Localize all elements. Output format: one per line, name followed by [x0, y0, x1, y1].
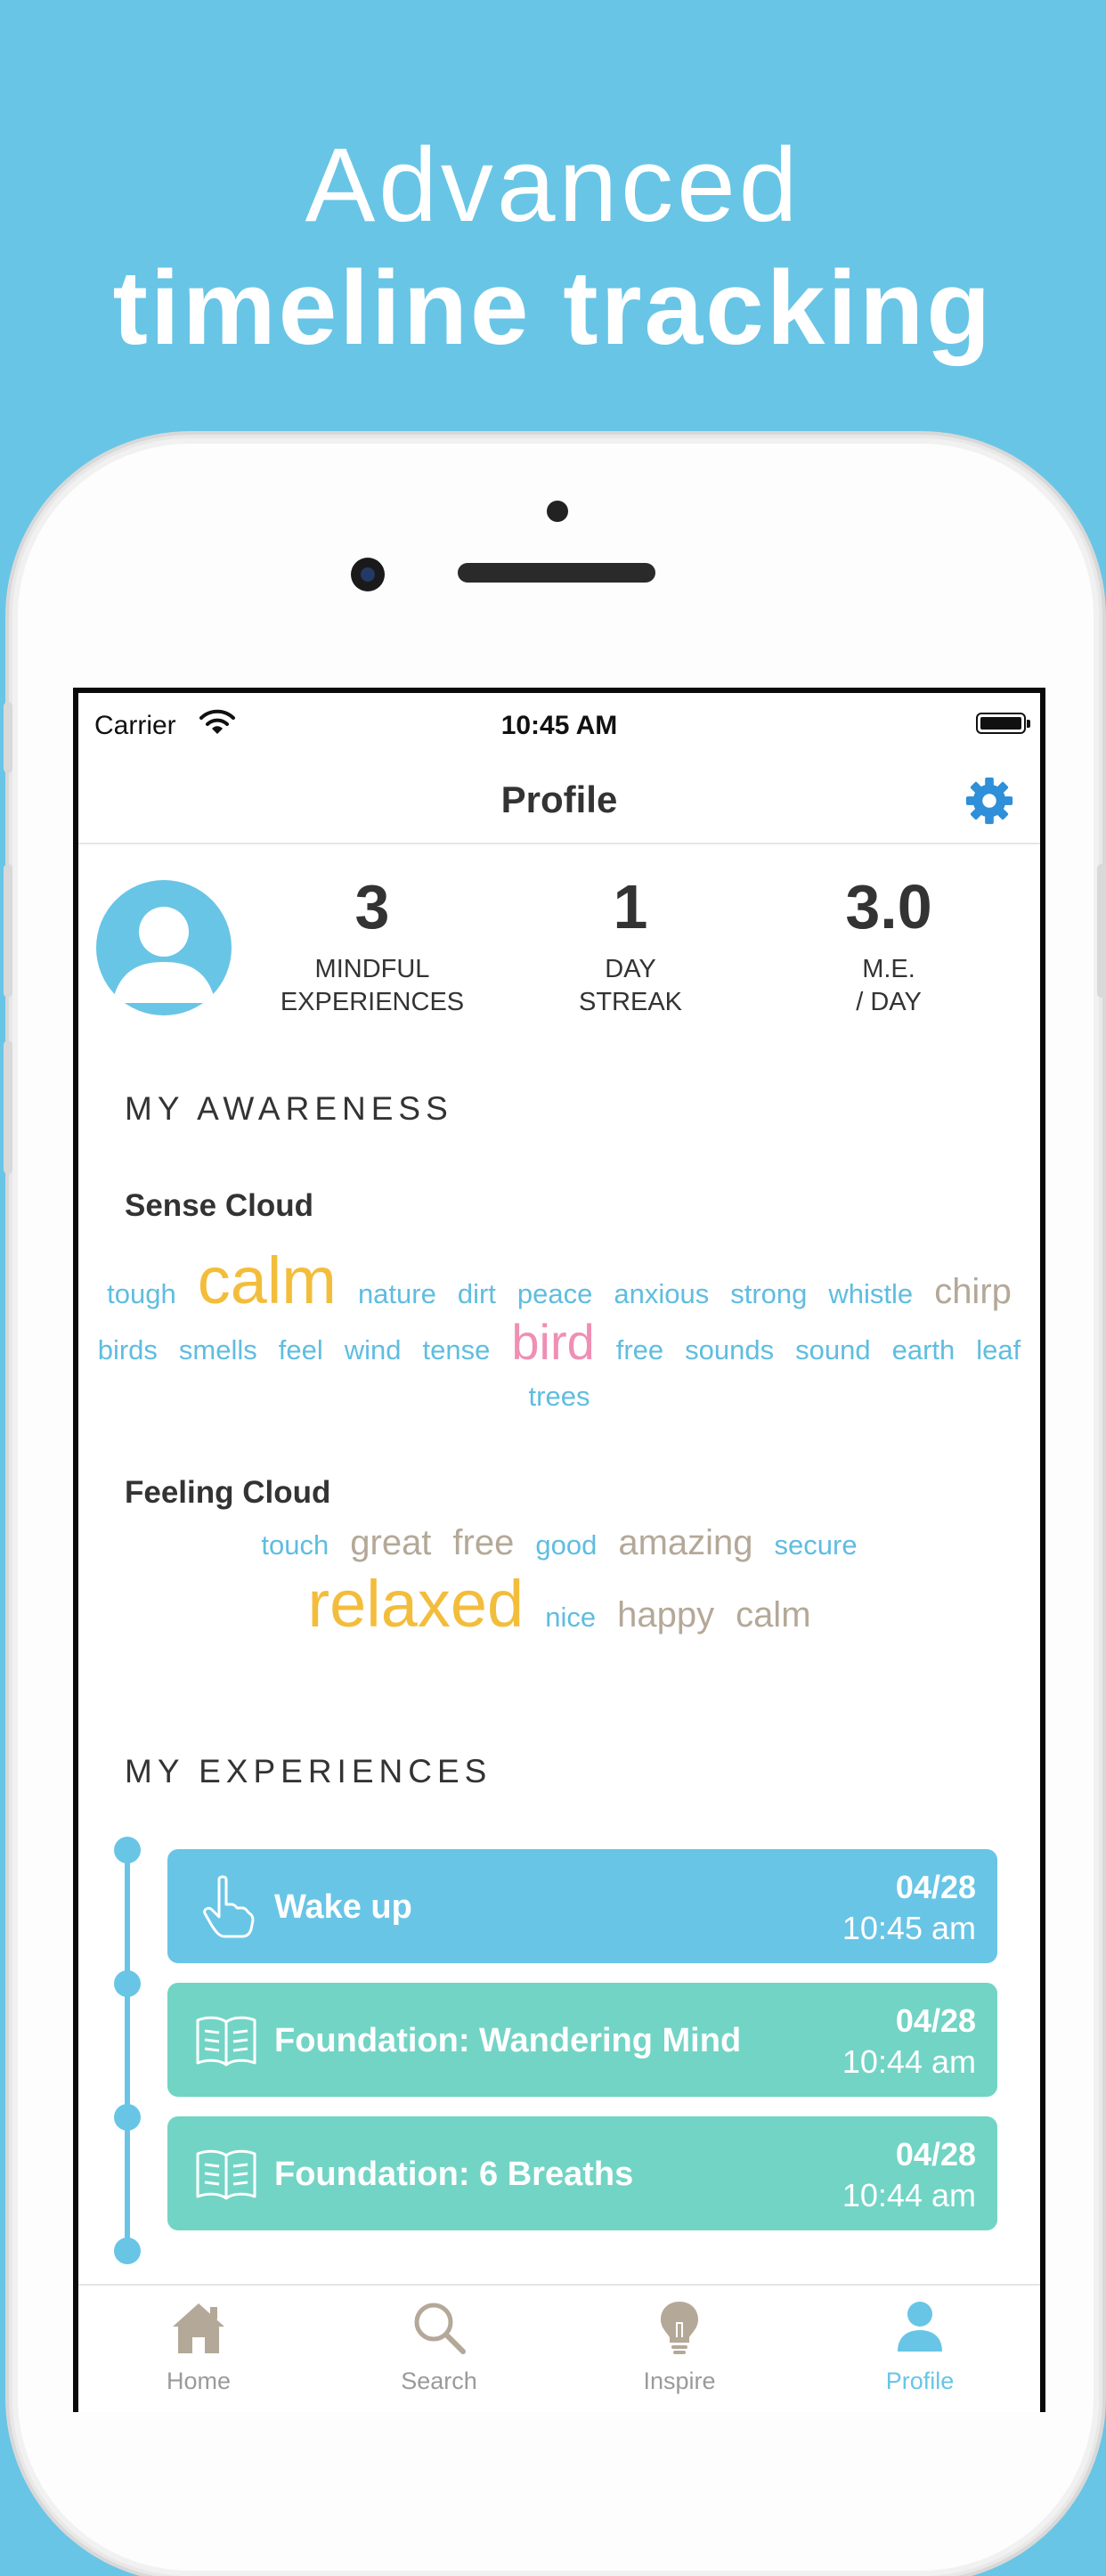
search-icon: [414, 2303, 466, 2354]
stat-value: 1: [613, 872, 648, 942]
experience-title: Wake up: [274, 1888, 412, 1926]
phone-side-button: [1097, 864, 1106, 998]
stat-day-streak: 1 DAY STREAK: [541, 869, 720, 1019]
cloud-word: amazing: [618, 1523, 753, 1562]
cloud-word: chirp: [934, 1272, 1012, 1311]
cloud-word: bird: [511, 1314, 595, 1370]
phone-speaker: [458, 563, 655, 583]
feeling-cloud-title: Feeling Cloud: [125, 1475, 331, 1510]
feeling-cloud: touch great free good amazing secure relaxed ni…: [176, 1520, 942, 1641]
stat-label: M.E. / DAY: [856, 955, 922, 1016]
user-silhouette-icon: [112, 907, 216, 1003]
phone-camera: [351, 558, 385, 591]
experience-date: 04/28: [895, 2136, 976, 2172]
hand-pointer-icon: [203, 1875, 255, 1938]
phone-sensor: [547, 501, 568, 522]
cloud-word: sound: [795, 1334, 871, 1365]
experience-date: 04/28: [895, 1869, 976, 1905]
experience-card[interactable]: Foundation: Wandering Mind 04/28 10:44 a…: [167, 1983, 997, 2097]
stat-mindful-experiences: 3 MINDFUL EXPERIENCES: [256, 869, 488, 1019]
cloud-word: leaf: [976, 1334, 1021, 1365]
page-title: Profile: [500, 779, 618, 820]
cloud-word: relaxed: [307, 1567, 525, 1641]
experience-time: 10:44 am: [842, 2177, 976, 2213]
tab-label: Inspire: [643, 2368, 716, 2394]
tab-profile[interactable]: Profile: [800, 2286, 1040, 2412]
sense-cloud-title: Sense Cloud: [125, 1188, 313, 1223]
status-time: 10:45 AM: [500, 711, 618, 740]
timeline-dot: [114, 2238, 141, 2264]
promo-subheadline: timeline tracking: [112, 249, 994, 367]
cloud-word: nature: [357, 1278, 436, 1309]
tab-bar: Home Search Inspire Profile: [78, 2284, 1040, 2412]
tab-home[interactable]: Home: [78, 2286, 319, 2412]
cloud-word: happy: [617, 1595, 715, 1634]
timeline-dot: [114, 2104, 141, 2131]
cloud-word: sounds: [685, 1334, 775, 1365]
tab-label: Home: [166, 2368, 232, 2394]
cloud-word: birds: [97, 1334, 158, 1365]
cloud-word: trees: [528, 1381, 590, 1412]
cloud-word: whistle: [828, 1278, 914, 1309]
cloud-word: secure: [774, 1529, 858, 1561]
experience-title: Foundation: 6 Breaths: [274, 2156, 634, 2193]
status-bar: Carrier 10:45 AM: [78, 693, 1040, 755]
cloud-word: feel: [278, 1334, 323, 1365]
section-title-awareness: MY AWARENESS: [125, 1090, 453, 1127]
home-icon: [173, 2303, 224, 2353]
cloud-word: wind: [344, 1334, 402, 1365]
cloud-word: touch: [261, 1529, 329, 1561]
cloud-word: dirt: [457, 1278, 496, 1309]
cloud-word: anxious: [614, 1278, 710, 1309]
experience-time: 10:44 am: [842, 2043, 976, 2080]
tab-search[interactable]: Search: [319, 2286, 559, 2412]
tab-label: Profile: [885, 2368, 955, 2394]
section-title-experiences: MY EXPERIENCES: [125, 1753, 492, 1789]
cloud-word: nice: [545, 1602, 597, 1633]
book-icon: [196, 2016, 256, 2067]
experience-card[interactable]: Wake up 04/28 10:45 am: [167, 1849, 997, 1963]
stat-value: 3.0: [845, 872, 932, 942]
experience-time: 10:45 am: [842, 1910, 976, 1946]
gear-icon[interactable]: [964, 775, 1015, 827]
stat-me-per-day: 3.0 M.E. / DAY: [800, 869, 978, 1019]
cloud-word: tense: [422, 1334, 491, 1365]
cloud-word: free: [452, 1523, 515, 1562]
cloud-word: calm: [736, 1595, 811, 1634]
phone-side-button: [4, 702, 12, 773]
book-icon: [196, 2149, 256, 2200]
stat-value: 3: [354, 872, 390, 942]
experience-card[interactable]: Foundation: 6 Breaths 04/28 10:44 am: [167, 2116, 997, 2230]
avatar[interactable]: [96, 880, 232, 1015]
app-screen: Carrier 10:45 AM Profile 3 MINDFUL EXPER…: [73, 688, 1045, 2412]
cloud-word: free: [615, 1334, 664, 1365]
tab-inspire[interactable]: Inspire: [559, 2286, 800, 2412]
experience-date: 04/28: [895, 2002, 976, 2039]
timeline-dot: [114, 1970, 141, 1997]
cloud-word: calm: [197, 1243, 337, 1317]
cloud-word: great: [350, 1523, 432, 1562]
promo-headline: Advanced: [305, 126, 801, 244]
lightbulb-icon: [661, 2302, 698, 2354]
sense-cloud: tough calm nature dirt peace anxious strong whi…: [96, 1245, 1022, 1420]
stat-label: MINDFUL EXPERIENCES: [280, 955, 465, 1016]
phone-side-button: [4, 1040, 12, 1174]
timeline-line: [125, 1851, 130, 2252]
experience-title: Foundation: Wandering Mind: [274, 2022, 742, 2059]
cloud-word: good: [535, 1529, 598, 1561]
profile-icon: [898, 2302, 942, 2352]
phone-side-button: [4, 864, 12, 998]
cloud-word: peace: [516, 1278, 593, 1309]
tab-label: Search: [401, 2368, 477, 2394]
cloud-word: strong: [730, 1278, 808, 1309]
cloud-word: earth: [891, 1334, 956, 1365]
cloud-word: tough: [107, 1278, 176, 1309]
cloud-word: smells: [178, 1334, 257, 1365]
stat-label: DAY STREAK: [578, 955, 683, 1016]
nav-bar: Profile: [78, 755, 1040, 844]
timeline-dot: [114, 1837, 141, 1863]
battery-icon: [976, 713, 1030, 734]
